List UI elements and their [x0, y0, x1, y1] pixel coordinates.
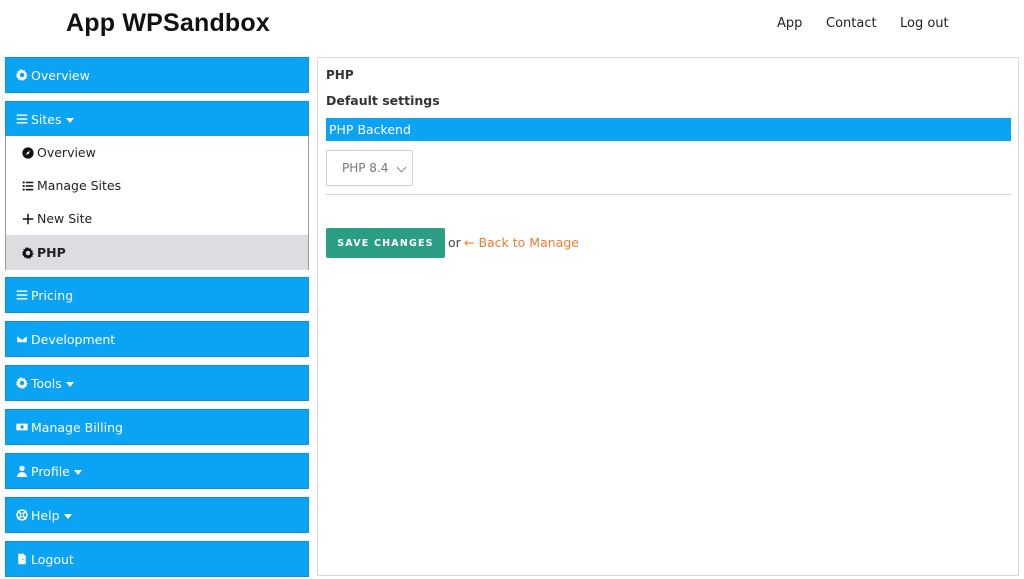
php-backend-section-header: PHP Backend: [326, 118, 1011, 141]
settings-heading: Default settings: [326, 93, 440, 108]
nav-link-app[interactable]: App: [777, 16, 802, 31]
caret-down-icon: [63, 513, 72, 519]
life-ring-icon: [15, 508, 29, 522]
money-bill-icon: [15, 420, 29, 434]
sidebar-item-manage-billing[interactable]: Manage Billing: [5, 409, 309, 445]
submenu-item-label: New Site: [37, 211, 93, 226]
sidebar-item-label: Profile: [31, 463, 70, 479]
envelope-icon: [15, 332, 29, 346]
sidebar-item-sites[interactable]: Sites: [5, 101, 309, 137]
sidebar-item-pricing[interactable]: Pricing: [5, 277, 309, 313]
sidebar-item-logout[interactable]: Logout: [5, 541, 309, 577]
sidebar-item-label: Pricing: [31, 287, 74, 303]
submenu-item-overview[interactable]: Overview: [6, 136, 308, 169]
user-icon: [15, 464, 29, 478]
page-title: PHP: [326, 68, 354, 82]
sidebar-item-development[interactable]: Development: [5, 321, 309, 357]
submenu-item-label: PHP: [37, 245, 66, 260]
gear-icon: [21, 246, 35, 260]
sidebar-item-label: Help: [31, 507, 60, 523]
php-version-select[interactable]: PHP 8.4: [326, 150, 413, 186]
door-icon: [15, 552, 29, 566]
nav-link-logout[interactable]: Log out: [900, 16, 949, 31]
sidebar-item-label: Tools: [31, 375, 62, 391]
section-label: PHP Backend: [329, 122, 411, 137]
sidebar-item-tools[interactable]: Tools: [5, 365, 309, 401]
gear-icon: [15, 376, 29, 390]
sidebar-item-label: Development: [31, 331, 116, 347]
back-to-manage-link[interactable]: ← Back to Manage: [464, 235, 579, 250]
caret-down-icon: [65, 117, 74, 123]
submenu-item-php[interactable]: PHP: [6, 235, 308, 270]
sidebar-item-label: Manage Billing: [31, 419, 123, 435]
sidebar-item-profile[interactable]: Profile: [5, 453, 309, 489]
top-nav: App Contact Log out: [0, 16, 1024, 36]
sidebar-item-label: Logout: [31, 551, 74, 567]
sidebar-item-label: Overview: [31, 67, 90, 83]
sidebar-item-overview[interactable]: Overview: [5, 57, 309, 93]
submenu-item-label: Manage Sites: [37, 178, 122, 193]
save-changes-button[interactable]: SAVE CHANGES: [326, 228, 445, 258]
caret-down-icon: [65, 381, 74, 387]
divider: [326, 194, 1011, 195]
submenu-item-label: Overview: [37, 145, 96, 160]
compass-icon: [21, 146, 35, 160]
or-text: or: [448, 235, 461, 250]
chevron-down-icon: [396, 162, 407, 173]
php-version-value: PHP 8.4: [342, 161, 389, 175]
sidebar-item-label: Sites: [31, 111, 62, 127]
nav-link-contact[interactable]: Contact: [826, 16, 877, 31]
sidebar-item-help[interactable]: Help: [5, 497, 309, 533]
submenu-item-manage-sites[interactable]: Manage Sites: [6, 169, 308, 202]
main-panel: PHP Default settings PHP Backend PHP 8.4…: [317, 57, 1019, 576]
bars-icon: [15, 112, 29, 126]
plus-icon: [21, 212, 35, 226]
bars-icon: [15, 288, 29, 302]
list-icon: [21, 179, 35, 193]
sites-submenu: Overview Manage Sites New Site PHP: [5, 136, 309, 270]
gear-icon: [15, 68, 29, 82]
caret-down-icon: [73, 469, 82, 475]
submenu-item-new-site[interactable]: New Site: [6, 202, 308, 235]
